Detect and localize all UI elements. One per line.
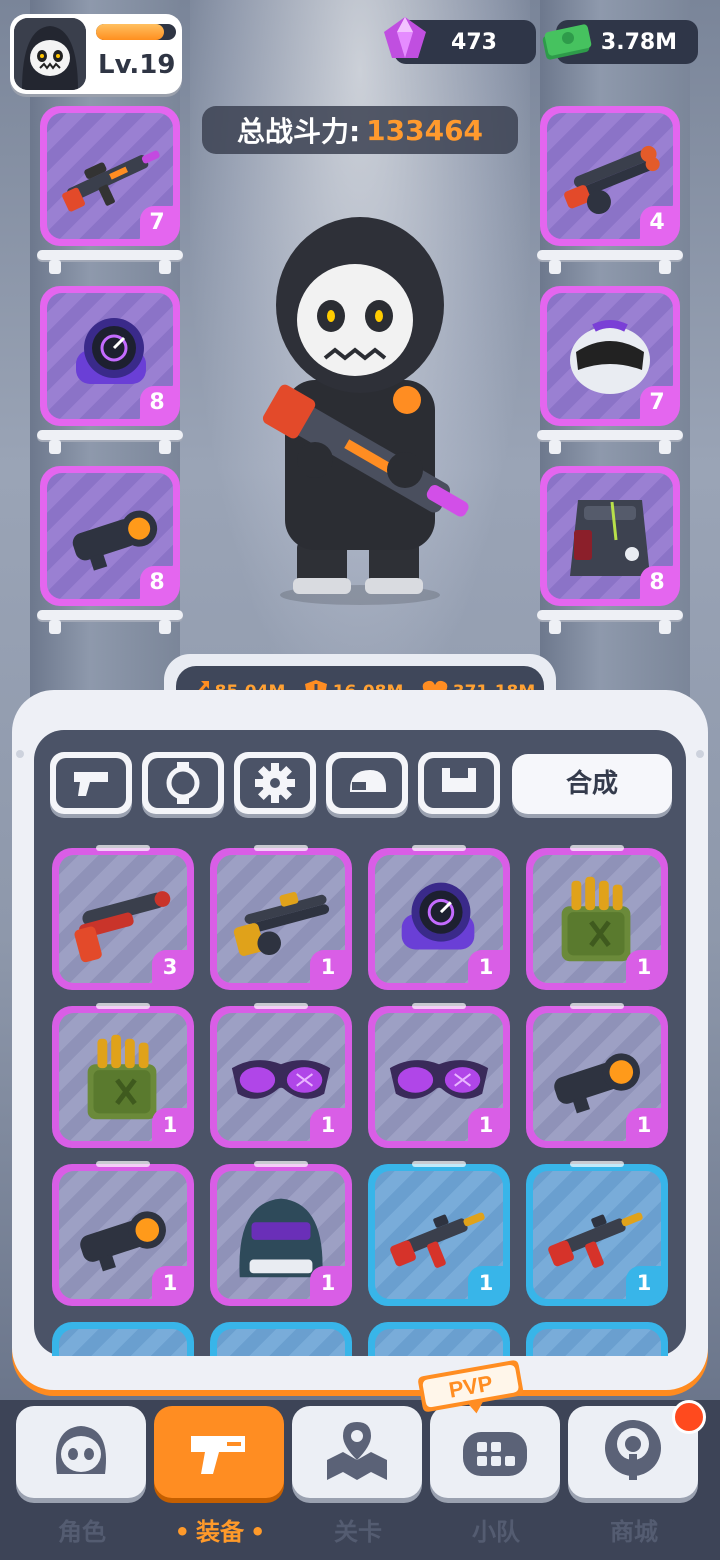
gear-tab-icon	[255, 763, 295, 803]
inventory-item[interactable]: 1	[52, 1161, 194, 1306]
gamepad-icon	[463, 1432, 527, 1476]
nav-label-character: 角色	[58, 1518, 106, 1546]
player-card[interactable]: Lv.19	[10, 14, 182, 94]
total-power-value: 133464	[366, 113, 484, 147]
inventory-item[interactable]: 1	[210, 1161, 352, 1306]
bottom-nav: 角色 装备 关卡 小队 商城	[0, 1400, 720, 1560]
item-count: 1	[310, 1266, 346, 1300]
shelf	[537, 250, 683, 274]
inventory-item[interactable]: 1	[526, 1003, 668, 1148]
notification-dot	[672, 1400, 706, 1434]
nav-character[interactable]	[16, 1406, 146, 1498]
equip-slot-helmet[interactable]: 7	[540, 286, 680, 426]
item-count: 1	[626, 1108, 662, 1142]
equip-slot-watch[interactable]: 8	[40, 286, 180, 426]
nav-label-shop: 商城	[610, 1518, 658, 1546]
item-count: 8	[140, 386, 174, 420]
skull-icon	[56, 1426, 106, 1474]
cash-amount: 3.78M	[600, 29, 678, 55]
item-count: 1	[626, 950, 662, 984]
nav-squad[interactable]	[430, 1406, 560, 1498]
tab-weapons[interactable]	[50, 752, 132, 814]
shelf	[537, 430, 683, 454]
shelf	[37, 610, 183, 634]
inventory-item-partial[interactable]	[210, 1322, 352, 1356]
helmet-tab-icon	[350, 770, 386, 792]
tab-armor[interactable]	[418, 752, 500, 814]
inventory-item-partial[interactable]	[368, 1322, 510, 1356]
inventory-item[interactable]: 1	[210, 845, 352, 990]
shelf	[537, 610, 683, 634]
equip-slot-armor[interactable]: 8	[540, 466, 680, 606]
inventory-item[interactable]: 1	[368, 1161, 510, 1306]
nav-label-stages: 关卡	[334, 1518, 382, 1546]
gem-icon	[384, 17, 426, 58]
nav-equipment[interactable]	[154, 1406, 284, 1498]
map-pin-icon	[327, 1422, 387, 1480]
item-count: 1	[310, 1108, 346, 1142]
cash-icon	[542, 24, 592, 60]
equip-slot-scope[interactable]: 8	[40, 466, 180, 606]
inventory-item[interactable]: 1	[368, 1003, 510, 1148]
synthesize-button[interactable]: 合成	[512, 754, 672, 814]
bolt	[696, 750, 704, 758]
item-count: 7	[140, 206, 174, 240]
inventory-item[interactable]: 1	[368, 845, 510, 990]
item-count: 3	[152, 950, 188, 984]
item-count: 8	[140, 566, 174, 600]
inventory-item[interactable]: 3	[52, 845, 194, 990]
hero-character[interactable]	[245, 210, 475, 610]
item-count: 4	[640, 206, 674, 240]
item-count: 1	[152, 1108, 188, 1142]
gun-tab-icon	[74, 772, 108, 796]
inventory-item[interactable]: 1	[526, 1161, 668, 1306]
watch-tab-icon	[166, 762, 200, 804]
total-power-label: 总战斗力:	[236, 115, 361, 148]
shelf	[37, 250, 183, 274]
tab-helmet[interactable]	[326, 752, 408, 814]
inventory-panel: 合成 3 1 1 1 1 1 1 1 1 1 1 1	[12, 690, 708, 1390]
item-count: 1	[468, 1108, 504, 1142]
equip-slot-secondary[interactable]: 4	[540, 106, 680, 246]
nav-label-equipment: 装备	[150, 1512, 290, 1547]
xp-bar	[96, 24, 176, 40]
item-count: 1	[626, 1266, 662, 1300]
inventory-item[interactable]: 1	[52, 1003, 194, 1148]
tab-watch[interactable]	[142, 752, 224, 814]
player-level: Lv.19	[98, 50, 176, 80]
shelf	[37, 430, 183, 454]
equip-slot-weapon[interactable]: 7	[40, 106, 180, 246]
skull-avatar-icon[interactable]	[14, 18, 86, 90]
inventory-item-partial[interactable]	[52, 1322, 194, 1356]
pvp-badge[interactable]: PVP	[416, 1360, 526, 1416]
item-count: 8	[640, 566, 674, 600]
item-count: 7	[640, 386, 674, 420]
shop-icon	[605, 1420, 661, 1480]
inventory-item[interactable]: 1	[526, 845, 668, 990]
item-count: 1	[468, 1266, 504, 1300]
nav-label-squad: 小队	[472, 1518, 520, 1546]
item-count: 1	[468, 950, 504, 984]
total-power: 总战斗力: 133464	[202, 106, 518, 154]
tab-accessory[interactable]	[234, 752, 316, 814]
inventory-item-partial[interactable]	[526, 1322, 668, 1356]
item-count: 1	[310, 950, 346, 984]
nav-stages[interactable]	[292, 1406, 422, 1498]
item-count: 1	[152, 1266, 188, 1300]
bolt	[16, 750, 24, 758]
inventory-item[interactable]: 1	[210, 1003, 352, 1148]
armor-tab-icon	[442, 768, 476, 796]
gun-icon	[191, 1436, 245, 1474]
gem-amount: 473	[451, 29, 497, 55]
